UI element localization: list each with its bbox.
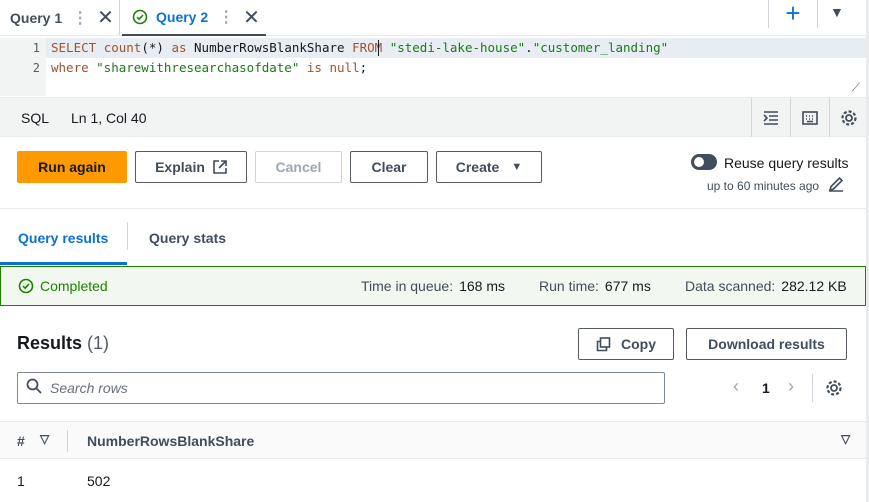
chevron-left-icon[interactable]: ‹: [733, 376, 739, 397]
code-line[interactable]: where "sharewithresearchasofdate" is nul…: [51, 58, 367, 78]
code-token: as: [171, 40, 195, 55]
search-placeholder: Search rows: [50, 380, 128, 396]
status-text: Completed: [40, 278, 108, 294]
explain-label: Explain: [155, 159, 205, 175]
sort-icon[interactable]: ▽: [841, 432, 850, 446]
external-link-icon: [213, 160, 227, 174]
line-number: 2: [32, 61, 40, 75]
caret-down-icon: ▼: [511, 161, 523, 173]
code-token: ;: [359, 60, 368, 75]
copy-button[interactable]: Copy: [578, 328, 674, 360]
close-icon[interactable]: ✕: [243, 5, 260, 30]
code-token: .: [525, 40, 533, 55]
active-tab-indicator: [0, 262, 127, 265]
run-time: Run time: 677 ms: [539, 278, 651, 294]
create-button[interactable]: Create ▼: [436, 151, 542, 183]
run-time-value: 677 ms: [604, 278, 651, 294]
chevron-right-icon[interactable]: ›: [788, 376, 794, 397]
create-label: Create: [455, 159, 500, 175]
results-heading: Results: [17, 333, 83, 353]
reuse-results-label: Reuse query results: [724, 155, 849, 171]
settings-icon[interactable]: [825, 379, 843, 402]
resize-handle-icon[interactable]: ⟋: [852, 82, 860, 95]
column-separator: [67, 430, 68, 452]
text-cursor: [378, 40, 379, 56]
toggle-knob: [694, 157, 704, 167]
language-label: SQL: [21, 110, 50, 126]
cursor-position: Ln 1, Col 40: [71, 110, 147, 126]
page-number[interactable]: 1: [762, 380, 770, 396]
column-header-numberrowsblankshare[interactable]: NumberRowsBlankShare: [87, 433, 254, 449]
time-in-queue: Time in queue: 168 ms: [361, 278, 505, 294]
clear-button[interactable]: Clear: [350, 151, 428, 183]
code-token: is: [299, 60, 330, 75]
code-token: "sharewithresearchasofdate": [96, 60, 300, 75]
data-scanned-label: Data scanned:: [685, 278, 776, 294]
code-token: SELECT: [51, 40, 104, 55]
tab-query-1[interactable]: Query 1 ⋮ ✕: [0, 0, 120, 35]
explain-button[interactable]: Explain: [135, 151, 247, 183]
vertical-dots-icon[interactable]: ⋮: [72, 8, 88, 28]
tab-query-results[interactable]: Query results: [18, 230, 108, 246]
tab-query-stats[interactable]: Query stats: [149, 230, 226, 246]
data-scanned: Data scanned: 282.12 KB: [685, 278, 847, 294]
cancel-button[interactable]: Cancel: [255, 151, 342, 183]
code-token: NumberRowsBlankShare: [194, 40, 353, 55]
sort-icon[interactable]: ▽: [40, 432, 49, 446]
settings-icon[interactable]: [829, 98, 867, 137]
tab-label: Query 2: [156, 9, 209, 25]
copy-label: Copy: [621, 336, 656, 352]
close-icon[interactable]: ✕: [97, 5, 114, 30]
code-token: "customer_landing": [532, 40, 669, 55]
pager-separator: [812, 374, 813, 402]
code-token: null: [329, 60, 360, 75]
copy-icon: [596, 336, 611, 352]
check-circle-icon: [132, 9, 148, 25]
code-line[interactable]: SELECT count(*) as NumberRowsBlankShare …: [51, 38, 668, 58]
keyboard-icon[interactable]: [790, 98, 828, 137]
query-status-banner: Completed Time in queue: 168 ms Run time:…: [0, 266, 866, 306]
time-in-queue-label: Time in queue:: [361, 278, 454, 294]
tab-label: Query 1: [10, 9, 63, 26]
data-scanned-value: 282.12 KB: [781, 278, 847, 294]
check-circle-icon: [18, 278, 34, 294]
run-again-button[interactable]: Run again: [17, 151, 127, 183]
download-results-button[interactable]: Download results: [686, 328, 847, 360]
reuse-results-duration: up to 60 minutes ago: [707, 179, 820, 193]
tab-separator: [127, 222, 128, 250]
caret-down-icon[interactable]: ▼: [830, 4, 844, 20]
search-icon: [26, 378, 42, 398]
tab-query-2[interactable]: Query 2 ⋮ ✕: [122, 0, 266, 36]
code-token: "stedi-lake-house": [389, 40, 526, 55]
row-index: 1: [17, 473, 25, 489]
editor-status-bar: SQL Ln 1, Col 40: [0, 97, 869, 137]
pencil-icon[interactable]: [828, 176, 844, 196]
time-in-queue-value: 168 ms: [459, 278, 506, 294]
plus-icon[interactable]: +: [768, 0, 818, 28]
format-icon[interactable]: [751, 98, 789, 137]
code-token: (*): [141, 40, 172, 55]
column-header-index: #: [17, 433, 25, 449]
code-token: FROM: [352, 40, 390, 55]
cell-value[interactable]: 502: [87, 473, 110, 489]
table-header: # ▽ NumberRowsBlankShare ▽: [0, 421, 866, 459]
results-count: (1): [87, 333, 110, 353]
run-time-label: Run time:: [539, 278, 599, 294]
vertical-dots-icon[interactable]: ⋮: [218, 7, 234, 27]
status-completed: Completed: [18, 278, 108, 294]
table-row: 1 502: [0, 460, 866, 500]
code-token: count: [103, 40, 142, 55]
line-number: 1: [32, 41, 40, 55]
divider: [0, 208, 869, 209]
results-title: Results (1): [17, 333, 109, 354]
code-token: where: [51, 60, 97, 75]
